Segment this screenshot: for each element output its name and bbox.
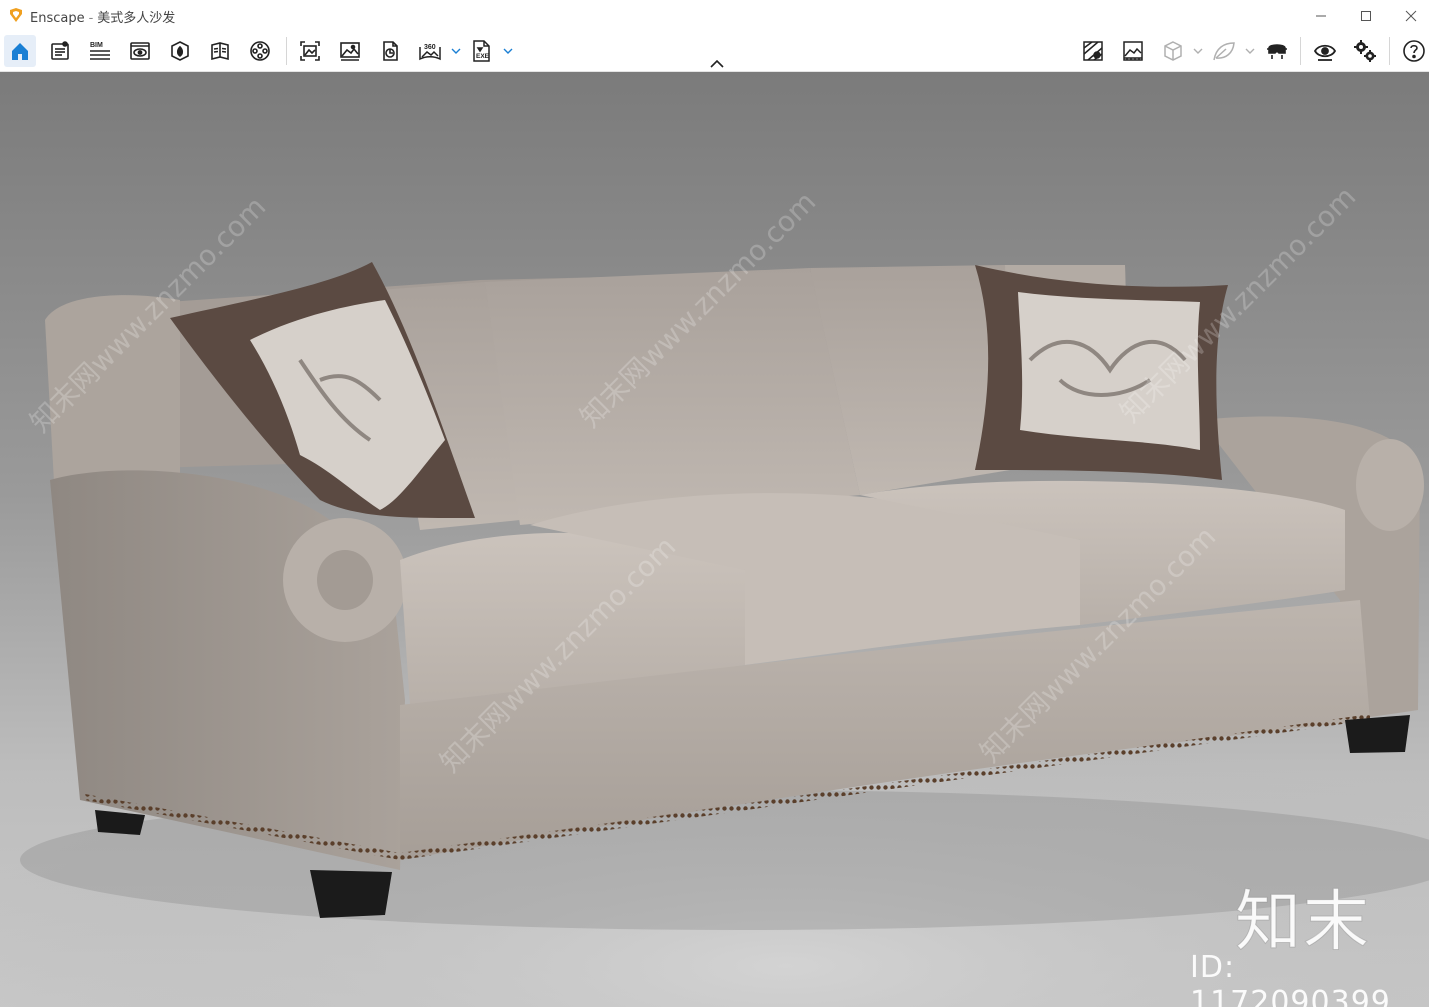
visual-settings-icon xyxy=(1123,41,1143,61)
material-editor-button[interactable] xyxy=(204,35,236,67)
window-title: Enscape - 美式多人沙发 xyxy=(30,7,175,26)
batch-render-button[interactable] xyxy=(374,35,406,67)
chevron-down-icon xyxy=(1193,48,1203,54)
chevron-up-icon xyxy=(710,60,724,68)
chevron-down-icon xyxy=(451,48,461,54)
maximize-button[interactable] xyxy=(1343,0,1389,31)
help-button[interactable] xyxy=(1398,35,1429,67)
cube-icon xyxy=(1164,41,1182,61)
notes-icon xyxy=(51,41,69,60)
export-exe-icon: EXE xyxy=(473,40,490,62)
bim-button[interactable]: BIM xyxy=(84,35,116,67)
site-context-icon xyxy=(1083,41,1103,61)
cube-button[interactable] xyxy=(1157,35,1189,67)
settings-gears-icon xyxy=(1354,40,1376,62)
cube-dropdown[interactable] xyxy=(1193,43,1203,59)
panorama-button[interactable]: 360 xyxy=(414,35,446,67)
view-button[interactable] xyxy=(124,35,156,67)
enscape-logo-icon xyxy=(10,8,22,22)
site-context-button[interactable] xyxy=(1077,35,1109,67)
bim-label: BIM xyxy=(90,42,103,49)
chevron-down-icon xyxy=(1245,48,1255,54)
export-exe-button[interactable]: EXE xyxy=(466,35,498,67)
view-icon xyxy=(130,42,150,60)
render-viewport[interactable]: 知末网www.znzmo.com 知末网www.znzmo.com 知末网www… xyxy=(0,72,1429,1007)
leaf-dropdown[interactable] xyxy=(1245,43,1255,59)
eye-icon xyxy=(1313,44,1337,61)
close-icon xyxy=(1405,10,1417,21)
asset-library-button[interactable] xyxy=(164,35,196,67)
video-editor-button[interactable] xyxy=(244,35,276,67)
eye-button[interactable] xyxy=(1309,35,1341,67)
leaf-button[interactable] xyxy=(1208,35,1240,67)
vr-headset-button[interactable] xyxy=(1261,35,1293,67)
toolbar-divider xyxy=(286,37,287,65)
help-icon xyxy=(1403,40,1425,62)
app-name: Enscape xyxy=(30,11,85,26)
panorama-icon: 360 xyxy=(419,44,441,61)
settings-button[interactable] xyxy=(1349,35,1381,67)
maximize-icon xyxy=(1361,10,1371,21)
document-title: 美式多人沙发 xyxy=(97,11,176,26)
screenshot-icon xyxy=(300,41,320,61)
vr-headset-icon xyxy=(1267,44,1287,59)
title-bar: Enscape - 美式多人沙发 xyxy=(0,0,1429,31)
minimize-button[interactable] xyxy=(1298,0,1344,31)
toolbar-divider xyxy=(1389,37,1390,65)
visual-settings-button[interactable] xyxy=(1117,35,1149,67)
close-button[interactable] xyxy=(1388,0,1429,31)
chevron-down-icon xyxy=(503,48,513,54)
screenshot-button[interactable] xyxy=(294,35,326,67)
notes-button[interactable] xyxy=(44,35,76,67)
title-separator: - xyxy=(88,11,94,26)
video-editor-icon xyxy=(250,41,270,61)
panorama-dropdown[interactable] xyxy=(451,43,461,59)
panorama-label: 360 xyxy=(424,44,436,51)
render-image-button[interactable] xyxy=(334,35,366,67)
export-dropdown[interactable] xyxy=(503,43,513,59)
minimize-icon xyxy=(1316,15,1326,16)
home-icon xyxy=(12,43,28,60)
leaf-icon xyxy=(1213,42,1235,61)
home-button[interactable] xyxy=(4,35,36,67)
collapse-toolbar-button[interactable] xyxy=(708,57,726,71)
watermark-id: ID: 1172090399 xyxy=(1190,950,1391,1007)
toolbar-divider xyxy=(1300,37,1301,65)
exe-label: EXE xyxy=(476,53,490,60)
render-image-icon xyxy=(340,42,360,61)
bim-icon: BIM xyxy=(90,42,110,60)
batch-render-icon xyxy=(383,41,398,61)
material-editor-icon xyxy=(211,42,229,61)
asset-library-icon xyxy=(171,41,189,61)
